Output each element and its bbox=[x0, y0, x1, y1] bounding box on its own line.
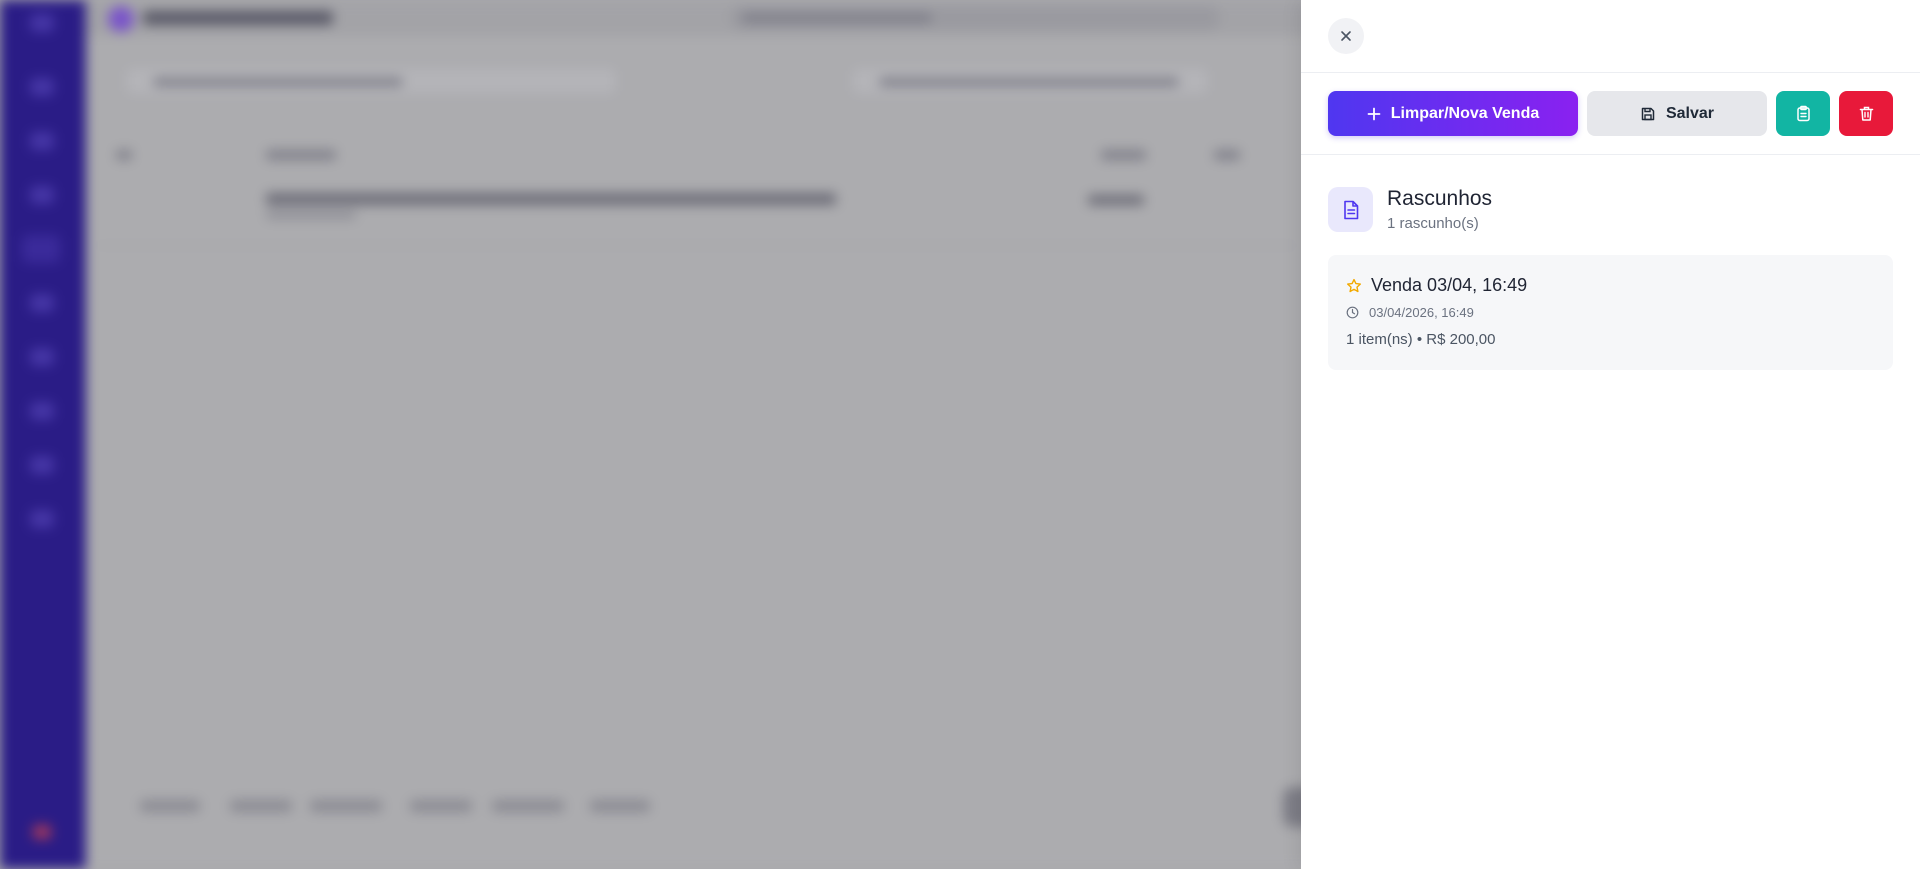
sidebar-icon-active bbox=[22, 235, 60, 263]
draft-summary: 1 item(ns) • R$ 200,00 bbox=[1346, 331, 1496, 348]
clipboard-icon bbox=[1795, 105, 1812, 122]
draft-title-row: Venda 03/04, 16:49 bbox=[1346, 275, 1527, 296]
draft-date-row: 03/04/2026, 16:49 bbox=[1346, 305, 1474, 320]
star-icon[interactable] bbox=[1346, 278, 1362, 294]
drafts-count: 1 rascunho(s) bbox=[1387, 215, 1479, 232]
new-sale-label: Limpar/Nova Venda bbox=[1390, 104, 1540, 122]
drawer-header bbox=[1301, 0, 1920, 73]
floppy-disk-icon bbox=[1640, 106, 1656, 122]
divider bbox=[96, 245, 1296, 246]
sidebar-icon bbox=[30, 132, 54, 150]
delete-button[interactable] bbox=[1839, 91, 1893, 136]
trash-icon bbox=[1858, 105, 1875, 122]
brand-logo bbox=[108, 6, 134, 32]
draft-item[interactable]: Venda 03/04, 16:49 03/04/2026, 16:49 1 i… bbox=[1328, 255, 1893, 370]
close-icon bbox=[1339, 29, 1353, 43]
drafts-drawer: Limpar/Nova Venda Salvar Rascunhos 1 ras… bbox=[1301, 0, 1920, 869]
customer-select bbox=[850, 66, 1210, 96]
drafts-title: Rascunhos bbox=[1387, 187, 1493, 210]
clipboard-button[interactable] bbox=[1776, 91, 1830, 136]
clock-icon bbox=[1346, 306, 1359, 319]
brand-name bbox=[143, 11, 333, 25]
sidebar-icon bbox=[30, 294, 54, 312]
sidebar-icon bbox=[30, 510, 54, 528]
plus-icon bbox=[1367, 107, 1381, 121]
global-search bbox=[730, 6, 1220, 30]
document-icon bbox=[1328, 187, 1373, 232]
sidebar-icon bbox=[30, 78, 54, 96]
drafts-section-header: Rascunhos 1 rascunho(s) bbox=[1328, 187, 1893, 237]
table-row bbox=[96, 185, 1296, 235]
sidebar-icon bbox=[30, 456, 54, 474]
sidebar-icon bbox=[30, 402, 54, 420]
draft-datetime: 03/04/2026, 16:49 bbox=[1369, 305, 1474, 320]
save-label: Salvar bbox=[1665, 104, 1715, 122]
sidebar-icon bbox=[30, 186, 54, 204]
drawer-toolbar: Limpar/Nova Venda Salvar bbox=[1301, 73, 1920, 155]
product-search bbox=[124, 66, 618, 96]
save-button[interactable]: Salvar bbox=[1587, 91, 1767, 136]
table-header bbox=[96, 140, 1296, 172]
logout-icon bbox=[33, 825, 51, 839]
close-button[interactable] bbox=[1328, 18, 1364, 54]
draft-title: Venda 03/04, 16:49 bbox=[1371, 275, 1528, 295]
sidebar-icon bbox=[30, 348, 54, 366]
app-sidebar bbox=[0, 0, 86, 869]
new-sale-button[interactable]: Limpar/Nova Venda bbox=[1328, 91, 1578, 136]
sidebar-menu-icon bbox=[30, 14, 54, 32]
